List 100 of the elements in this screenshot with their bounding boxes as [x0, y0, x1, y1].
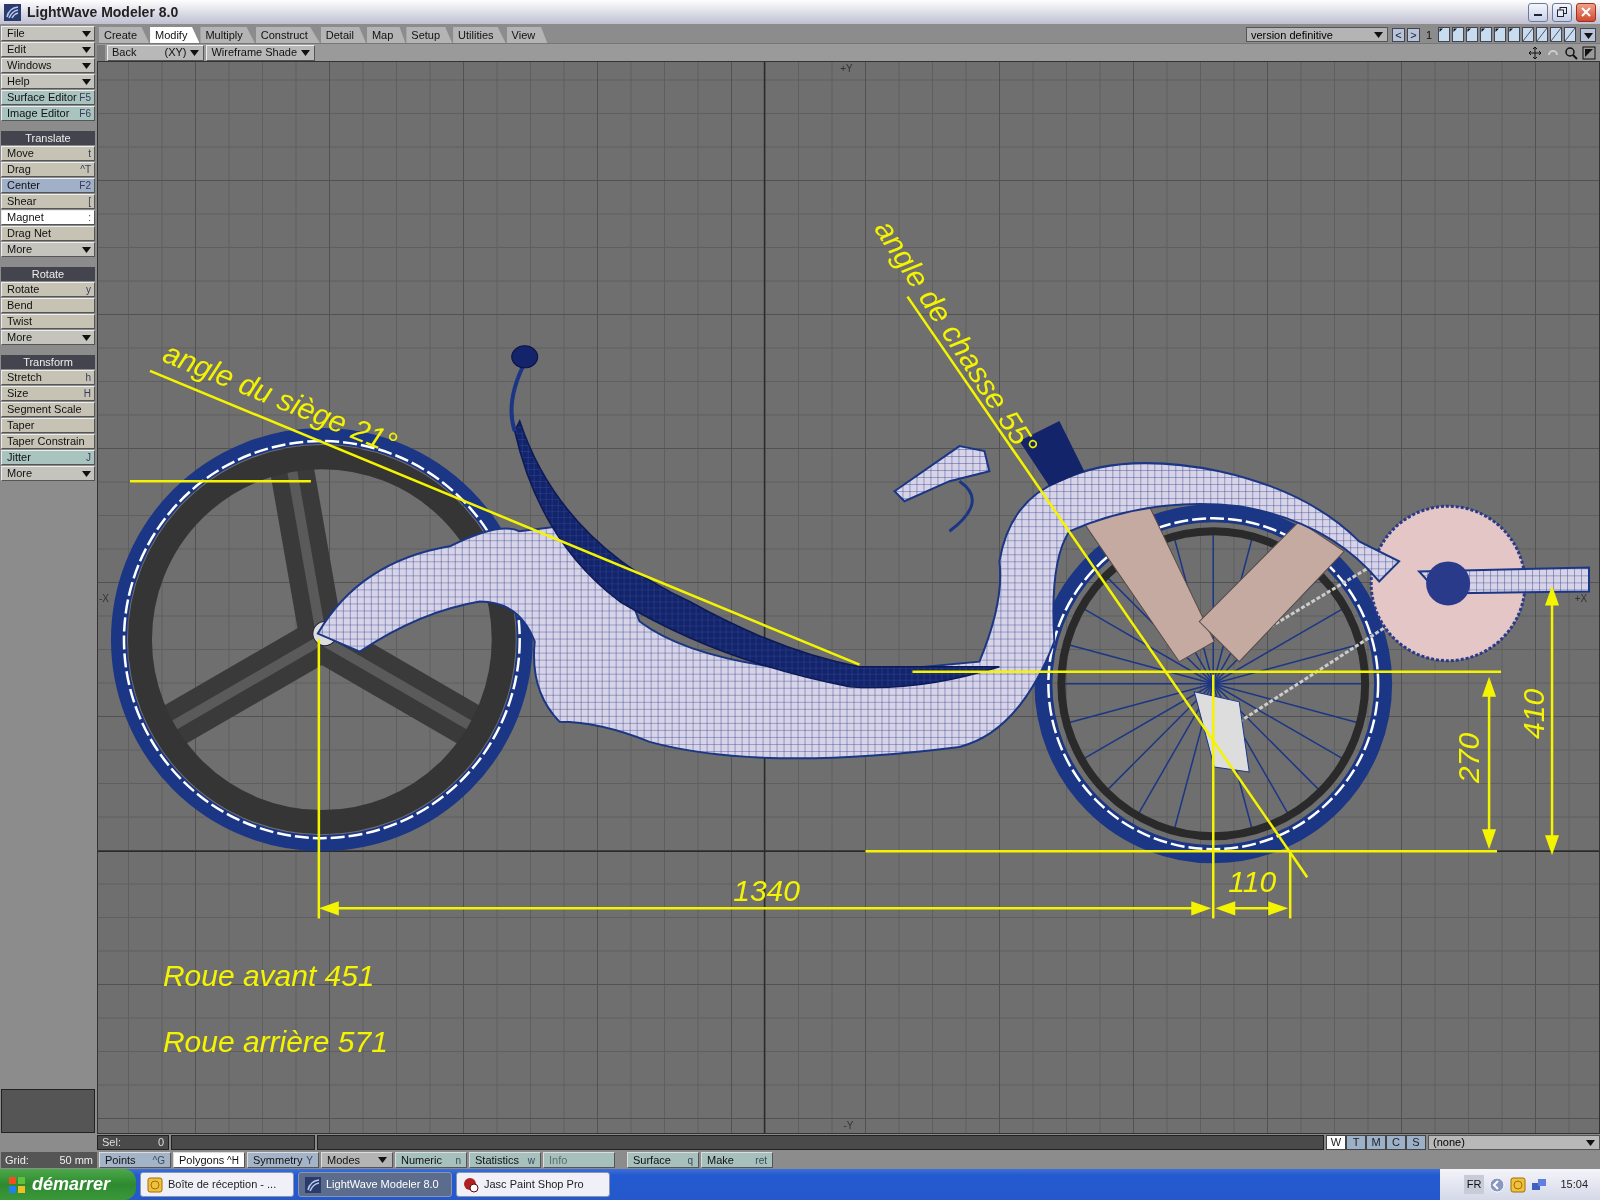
tool-button[interactable]: Rotate y [1, 282, 95, 297]
menu-button[interactable]: Help [1, 74, 95, 89]
tool-button[interactable]: Drag Net [1, 226, 95, 241]
taskbar-button[interactable]: Jasc Paint Shop Pro [456, 1172, 610, 1197]
layer-toggle[interactable] [1480, 27, 1492, 43]
layer-toggle[interactable] [1466, 27, 1478, 43]
selection-count: Sel: 0 [97, 1135, 169, 1150]
move-icon[interactable] [1528, 45, 1542, 60]
next-layer-button[interactable]: > [1406, 27, 1420, 42]
minimize-button[interactable] [1528, 2, 1548, 22]
tab[interactable]: Utilities [453, 27, 506, 43]
tool-button[interactable]: More [1, 466, 95, 481]
toolbar-button[interactable]: Symmetry Y [247, 1152, 319, 1168]
restore-icon [1557, 7, 1567, 17]
mode-toggle[interactable]: M [1366, 1135, 1386, 1150]
mode-toggle[interactable]: C [1386, 1135, 1406, 1150]
windows-flag-icon [8, 1175, 26, 1194]
tool-button[interactable]: Twist [1, 314, 95, 329]
dimension-label: 410 [1517, 688, 1551, 739]
dimension-label: angle du siège 21° [158, 335, 402, 460]
layers-menu-button[interactable] [1580, 27, 1596, 42]
toolbar-button[interactable]: Numeric n [395, 1152, 467, 1168]
tab[interactable]: Detail [320, 27, 366, 43]
start-button[interactable]: démarrer [0, 1169, 136, 1200]
dropdown-caret-icon [82, 470, 91, 477]
dropdown-caret-icon [378, 1157, 387, 1163]
taskbar-button[interactable]: LightWave Modeler 8.0 [298, 1172, 452, 1197]
tab[interactable]: Construct [255, 27, 320, 43]
clock-icon[interactable] [1510, 1176, 1527, 1193]
window-title: LightWave Modeler 8.0 [27, 2, 179, 22]
surface-dropdown[interactable]: (none) [1428, 1135, 1600, 1150]
tab[interactable]: Multiply [200, 27, 255, 43]
mode-toggle[interactable]: T [1346, 1135, 1366, 1150]
tool-button[interactable]: Move t [1, 146, 95, 161]
axis-label: +Y [840, 63, 853, 75]
toolbar-grip[interactable] [97, 44, 105, 61]
tool-button[interactable]: Segment Scale [1, 402, 95, 417]
tab[interactable]: Map [366, 27, 406, 43]
axis-label: +X [1574, 592, 1588, 604]
tool-button[interactable]: Center F2 [1, 178, 95, 193]
toolbar-button[interactable]: Make ret [701, 1152, 773, 1168]
chevron-icon[interactable] [1489, 1176, 1506, 1193]
taskbar-button[interactable]: Boîte de réception - ... [140, 1172, 294, 1197]
dropdown-caret-icon [301, 49, 311, 56]
shading-dropdown[interactable]: Wireframe Shade [206, 44, 316, 61]
tool-button[interactable]: Image Editor F6 [1, 106, 95, 121]
tool-button[interactable]: Shear [ [1, 194, 95, 209]
tab[interactable]: Create [99, 27, 150, 43]
tool-button[interactable]: Surface Editor F5 [1, 90, 95, 105]
dropdown-caret-icon [1583, 32, 1593, 39]
layer-toggle[interactable] [1564, 27, 1576, 43]
tool-button[interactable]: More [1, 330, 95, 345]
tool-button[interactable]: Drag ^T [1, 162, 95, 177]
tab[interactable]: Modify [150, 27, 200, 43]
tool-button[interactable]: Bend [1, 298, 95, 313]
object-dropdown[interactable]: version definitive [1245, 27, 1388, 43]
view-dropdown[interactable]: Back (XY) [107, 44, 205, 61]
layer-toggle[interactable] [1550, 27, 1562, 43]
tab[interactable]: View [506, 27, 548, 43]
layer-toggle[interactable] [1438, 27, 1450, 43]
dropdown-caret-icon [82, 334, 91, 341]
grid-size: Grid: 50 mm [1, 1152, 97, 1168]
toolbar-button[interactable]: Points ^G [99, 1152, 171, 1168]
dropdown-caret-icon [1586, 1139, 1595, 1146]
menu-button[interactable]: Edit [1, 42, 95, 57]
tool-button[interactable]: Jitter J [1, 450, 95, 465]
mode-toggle[interactable]: W [1326, 1135, 1346, 1150]
toolbar-button[interactable]: Polygons ^H [173, 1152, 245, 1168]
zoom-icon[interactable] [1564, 45, 1578, 60]
annotation-text: Roue arrière 571 [162, 1024, 388, 1058]
layer-toggle[interactable] [1452, 27, 1464, 43]
toolbar-button[interactable]: Surface q [627, 1152, 699, 1168]
network-icon[interactable] [1531, 1176, 1548, 1193]
toolbar-button[interactable]: Modes [321, 1152, 393, 1168]
tab[interactable]: Setup [406, 27, 453, 43]
close-icon [1581, 7, 1591, 17]
menu-button[interactable]: File [1, 26, 95, 41]
tool-button[interactable]: Taper [1, 418, 95, 433]
toolbar-button[interactable]: Statistics w [469, 1152, 541, 1168]
tool-button[interactable]: Taper Constrain [1, 434, 95, 449]
language-indicator[interactable]: FR [1463, 1175, 1485, 1194]
app-icon [4, 3, 21, 21]
dropdown-caret-icon [190, 49, 200, 56]
layer-toggle[interactable] [1522, 27, 1534, 43]
tool-button[interactable]: More [1, 242, 95, 257]
app-icon [305, 1176, 321, 1193]
close-button[interactable] [1576, 2, 1596, 22]
tool-button[interactable]: Size H [1, 386, 95, 401]
maximize-icon[interactable] [1582, 45, 1596, 60]
group-header: Rotate [1, 267, 95, 281]
layer-toggle[interactable] [1494, 27, 1506, 43]
restore-button[interactable] [1552, 2, 1572, 22]
tool-button[interactable]: Stretch h [1, 370, 95, 385]
layer-toggle[interactable] [1508, 27, 1520, 43]
dimension-label: 110 [1228, 865, 1277, 899]
tool-button[interactable]: Magnet : [1, 210, 95, 225]
layer-toggle[interactable] [1536, 27, 1548, 43]
menu-button[interactable]: Windows [1, 58, 95, 73]
previous-layer-button[interactable]: < [1391, 27, 1405, 42]
mode-toggle[interactable]: S [1406, 1135, 1426, 1150]
